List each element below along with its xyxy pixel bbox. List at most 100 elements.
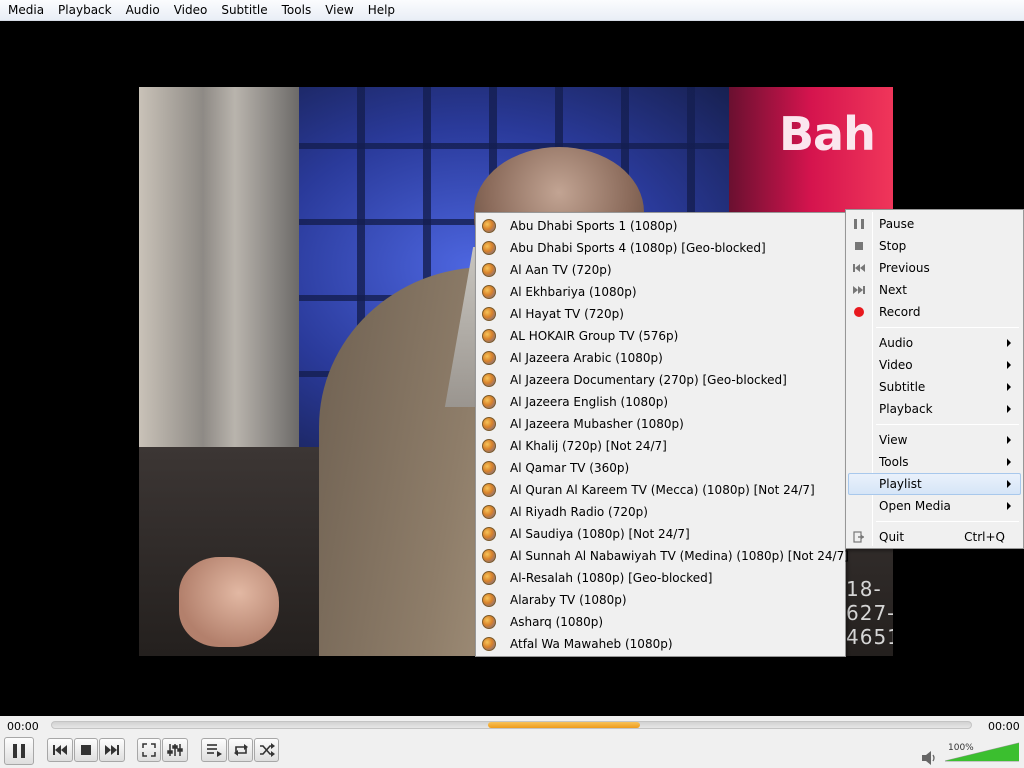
menu-subtitle[interactable]: Subtitle [214, 0, 274, 21]
ctx-pause[interactable]: Pause [848, 213, 1021, 235]
playlist-submenu-item[interactable]: Abu Dhabi Sports 1 (1080p) [476, 215, 845, 237]
chevron-right-icon [1007, 480, 1011, 488]
menu-video[interactable]: Video [167, 0, 215, 21]
playlist-submenu-item-label: Alaraby TV (1080p) [510, 593, 627, 607]
ctx-audio-label: Audio [879, 336, 914, 350]
playlist-submenu-item-label: Al Aan TV (720p) [510, 263, 612, 277]
playlist-submenu-item-label: Al Sunnah Al Nabawiyah TV (Medina) (1080… [510, 549, 849, 563]
ctx-open-media[interactable]: Open Media [848, 495, 1021, 517]
playback-controls: 00:00 00:00 100% [0, 716, 1024, 768]
playlist-submenu-item[interactable]: Al Qamar TV (360p) [476, 457, 845, 479]
ctx-quit[interactable]: Quit Ctrl+Q [848, 526, 1021, 548]
stop-icon [852, 239, 866, 253]
playlist-submenu-item-label: Al Saudiya (1080p) [Not 24/7] [510, 527, 690, 541]
playlist-submenu-item[interactable]: Al Hayat TV (720p) [476, 303, 845, 325]
next-button[interactable] [99, 738, 125, 762]
playlist-submenu-item[interactable]: Atfal Wa Mawaheb (1080p) [476, 633, 845, 655]
menu-audio[interactable]: Audio [119, 0, 167, 21]
chevron-right-icon [1007, 436, 1011, 444]
fullscreen-icon [142, 743, 156, 757]
next-icon [105, 745, 119, 755]
globe-icon [482, 307, 496, 321]
loop-icon [233, 744, 248, 756]
globe-icon [482, 505, 496, 519]
ctx-next[interactable]: Next [848, 279, 1021, 301]
playlist-submenu-item[interactable]: Al Jazeera English (1080p) [476, 391, 845, 413]
ctx-playback-label: Playback [879, 402, 933, 416]
playlist-submenu-item-label: Al Jazeera Arabic (1080p) [510, 351, 663, 365]
ctx-separator [876, 424, 1019, 425]
seek-slider[interactable] [51, 721, 972, 729]
ctx-stop-label: Stop [879, 239, 907, 253]
seek-buffer-fill [488, 722, 640, 728]
playlist-submenu-item-label: Al Khalij (720p) [Not 24/7] [510, 439, 667, 453]
globe-icon [482, 219, 496, 233]
playlist-submenu-item[interactable]: Al Jazeera Arabic (1080p) [476, 347, 845, 369]
playlist-submenu-item[interactable]: Abu Dhabi Sports 4 (1080p) [Geo-blocked] [476, 237, 845, 259]
fullscreen-button[interactable] [137, 738, 161, 762]
chevron-right-icon [1007, 405, 1011, 413]
playlist-submenu-item[interactable]: Al Aan TV (720p) [476, 259, 845, 281]
playlist-submenu-item[interactable]: Asharq (1080p) [476, 611, 845, 633]
menu-view[interactable]: View [318, 0, 360, 21]
ctx-video-label: Video [879, 358, 913, 372]
ctx-record[interactable]: Record [848, 301, 1021, 323]
playlist-submenu-item-label: Al-Resalah (1080p) [Geo-blocked] [510, 571, 713, 585]
ctx-playlist[interactable]: Playlist [848, 473, 1021, 495]
shuffle-button[interactable] [254, 738, 279, 762]
ctx-view[interactable]: View [848, 429, 1021, 451]
chevron-right-icon [1007, 458, 1011, 466]
play-pause-button[interactable] [4, 737, 34, 765]
ctx-pause-label: Pause [879, 217, 915, 231]
exit-icon [852, 530, 866, 544]
ctx-tools-label: Tools [879, 455, 909, 469]
ctx-quit-label: Quit [879, 530, 905, 544]
playlist-submenu-item-label: Al Hayat TV (720p) [510, 307, 624, 321]
ctx-open-media-label: Open Media [879, 499, 951, 513]
playlist-submenu-item[interactable]: Al Ekhbariya (1080p) [476, 281, 845, 303]
ctx-video[interactable]: Video [848, 354, 1021, 376]
loop-button[interactable] [228, 738, 253, 762]
speaker-icon[interactable] [922, 751, 938, 765]
ctx-previous[interactable]: Previous [848, 257, 1021, 279]
globe-icon [482, 439, 496, 453]
stop-icon [81, 745, 91, 755]
ctx-audio[interactable]: Audio [848, 332, 1021, 354]
ctx-view-label: View [879, 433, 908, 447]
playlist-submenu-item[interactable]: Al Quran Al Kareem TV (Mecca) (1080p) [N… [476, 479, 845, 501]
playlist-submenu-item[interactable]: Al Saudiya (1080p) [Not 24/7] [476, 523, 845, 545]
pause-icon [852, 217, 866, 231]
playlist-icon [207, 744, 222, 757]
playlist-submenu-item[interactable]: Alaraby TV (1080p) [476, 589, 845, 611]
volume-value: 100% [948, 743, 974, 753]
ctx-playback[interactable]: Playback [848, 398, 1021, 420]
context-menu: Pause Stop Previous Next Record Audio Vi… [845, 209, 1024, 549]
playlist-submenu-item[interactable]: Al Riyadh Radio (720p) [476, 501, 845, 523]
ctx-previous-label: Previous [879, 261, 930, 275]
playlist-submenu-item[interactable]: Al Jazeera Mubasher (1080p) [476, 413, 845, 435]
playlist-submenu-item-label: Al Qamar TV (360p) [510, 461, 630, 475]
globe-icon [482, 373, 496, 387]
ctx-next-label: Next [879, 283, 907, 297]
extended-settings-button[interactable] [162, 738, 188, 762]
menu-media[interactable]: Media [1, 0, 51, 21]
ctx-subtitle[interactable]: Subtitle [848, 376, 1021, 398]
playlist-submenu-item-label: Al Jazeera English (1080p) [510, 395, 669, 409]
playlist-button[interactable] [201, 738, 227, 762]
playlist-submenu-item[interactable]: Al Khalij (720p) [Not 24/7] [476, 435, 845, 457]
ctx-stop[interactable]: Stop [848, 235, 1021, 257]
menu-playback[interactable]: Playback [51, 0, 119, 21]
playlist-submenu-item[interactable]: AL HOKAIR Group TV (576p) [476, 325, 845, 347]
globe-icon [482, 461, 496, 475]
ctx-tools[interactable]: Tools [848, 451, 1021, 473]
playlist-submenu-item[interactable]: Al-Resalah (1080p) [Geo-blocked] [476, 567, 845, 589]
playlist-submenu-item[interactable]: Al Sunnah Al Nabawiyah TV (Medina) (1080… [476, 545, 849, 567]
stop-button[interactable] [74, 738, 98, 762]
menu-help[interactable]: Help [361, 0, 402, 21]
previous-button[interactable] [47, 738, 73, 762]
ctx-subtitle-label: Subtitle [879, 380, 926, 394]
ctx-separator [876, 327, 1019, 328]
menu-tools[interactable]: Tools [275, 0, 319, 21]
playlist-submenu-item[interactable]: Al Jazeera Documentary (270p) [Geo-block… [476, 369, 845, 391]
globe-icon [482, 351, 496, 365]
